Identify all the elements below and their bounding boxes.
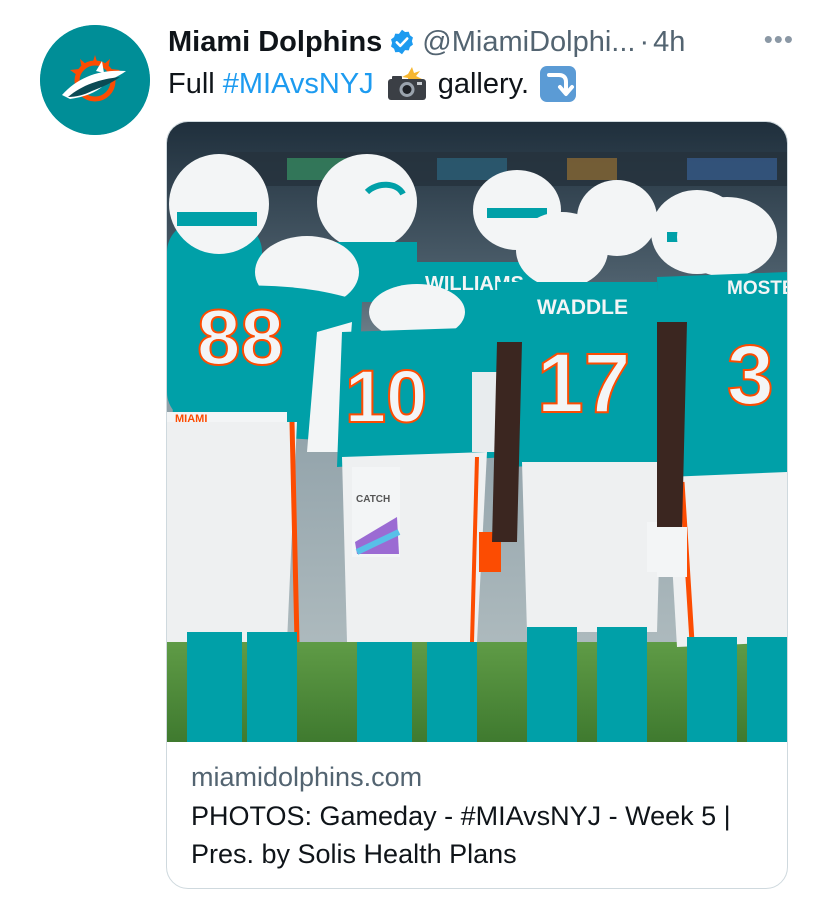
card-image[interactable]: WILLIAMS 88 MIAMI 10 CATCH WADDLE 17 MOS…: [167, 122, 787, 742]
catch-text: CATCH: [356, 494, 390, 505]
arrow-curving-down-icon: [539, 65, 577, 103]
tweet-text: Full #MIAvsNYJ gallery.: [168, 64, 577, 104]
camera-with-flash-icon: [386, 67, 428, 101]
account-handle[interactable]: @MiamiDolphi...: [422, 26, 635, 59]
separator-dot: ·: [639, 25, 650, 58]
link-card[interactable]: WILLIAMS 88 MIAMI 10 CATCH WADDLE 17 MOS…: [166, 121, 788, 889]
tweet-text-suffix: gallery.: [437, 67, 530, 100]
jersey-name-mostert: MOSTERT: [727, 278, 787, 299]
tweet-header: Miami Dolphins @MiamiDolphi... · 4h •••: [168, 22, 798, 62]
jersey-number-10: 10: [345, 355, 427, 438]
jersey-number-3: 3: [727, 328, 774, 422]
team-huddle-photo: WILLIAMS 88 MIAMI 10 CATCH WADDLE 17 MOS…: [167, 122, 787, 742]
card-title[interactable]: PHOTOS: Gameday - #MIAvsNYJ - Week 5 | P…: [191, 797, 731, 873]
more-options-icon[interactable]: •••: [764, 24, 794, 55]
verified-badge-icon: [388, 28, 416, 56]
jersey-name-waddle: WADDLE: [537, 296, 628, 319]
card-meta: miamidolphins.com PHOTOS: Gameday - #MIA…: [191, 759, 771, 873]
jersey-number-88: 88: [197, 293, 284, 381]
tweet-timestamp[interactable]: 4h: [653, 26, 685, 59]
hashtag-link[interactable]: #MIAvsNYJ: [223, 68, 374, 101]
dolphins-logo-icon: [40, 25, 150, 135]
display-name[interactable]: Miami Dolphins: [168, 26, 382, 59]
jersey-number-17: 17: [537, 336, 630, 430]
tweet-text-prefix: Full: [168, 67, 215, 100]
card-domain[interactable]: miamidolphins.com: [191, 759, 771, 795]
account-avatar[interactable]: [40, 25, 150, 135]
